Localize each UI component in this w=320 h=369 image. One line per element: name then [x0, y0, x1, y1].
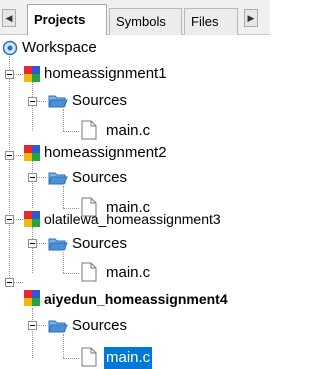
folder-open-icon	[48, 320, 68, 333]
file-icon	[81, 120, 97, 140]
collapse-icon[interactable]	[5, 151, 14, 160]
tree-line	[63, 273, 79, 274]
project-label: olatilewa_homeassignment3	[44, 211, 221, 227]
tree-line	[32, 82, 33, 131]
tab-projects[interactable]: Projects	[27, 4, 107, 35]
folder-open-icon	[48, 238, 68, 251]
tree-line	[9, 56, 10, 282]
collapse-icon[interactable]	[28, 239, 37, 248]
folder-label: Sources	[72, 169, 128, 186]
workspace-label: Workspace	[22, 39, 97, 56]
folder-label: Sources	[72, 235, 128, 252]
collapse-icon[interactable]	[5, 70, 14, 79]
project-icon	[24, 66, 40, 82]
project-icon	[24, 290, 40, 306]
folder-open-icon	[48, 172, 68, 185]
tab-files[interactable]: Files	[184, 8, 238, 35]
collapse-icon[interactable]	[5, 215, 14, 224]
scroll-left-icon[interactable]: ◀	[2, 9, 16, 27]
collapse-icon[interactable]	[28, 173, 37, 182]
workspace-icon	[2, 40, 18, 56]
tree-line	[63, 186, 64, 208]
file-icon	[81, 262, 97, 282]
project-icon	[24, 211, 40, 227]
collapse-icon[interactable]	[28, 321, 37, 330]
tab-symbols[interactable]: Symbols	[109, 8, 182, 35]
file-label: main.c	[104, 347, 153, 369]
tree-line	[63, 109, 64, 131]
collapse-icon[interactable]	[28, 97, 37, 106]
collapse-icon[interactable]	[5, 278, 14, 287]
folder-label: Sources	[72, 92, 128, 109]
tree-line	[63, 131, 79, 132]
file-label: main.c	[106, 264, 151, 281]
file-icon	[81, 347, 97, 367]
tree-line	[32, 227, 33, 273]
file-label: main.c	[106, 122, 151, 139]
folder-label: Sources	[72, 317, 128, 334]
folder-open-icon	[48, 95, 68, 108]
project-tree: Workspace homeassignment1 Sources main.c…	[0, 34, 270, 369]
project-label: homeassignment2	[44, 144, 167, 161]
tree-line	[63, 252, 64, 273]
tree-line	[32, 308, 33, 358]
tree-line	[63, 334, 64, 358]
tree-line	[32, 161, 33, 208]
tab-bar: ◀ Projects Symbols Files ▶	[0, 0, 270, 35]
project-icon	[24, 145, 40, 161]
project-label: homeassignment1	[44, 65, 167, 82]
scroll-right-icon[interactable]: ▶	[244, 9, 258, 27]
project-label: aiyedun_homeassignment4	[44, 291, 228, 307]
